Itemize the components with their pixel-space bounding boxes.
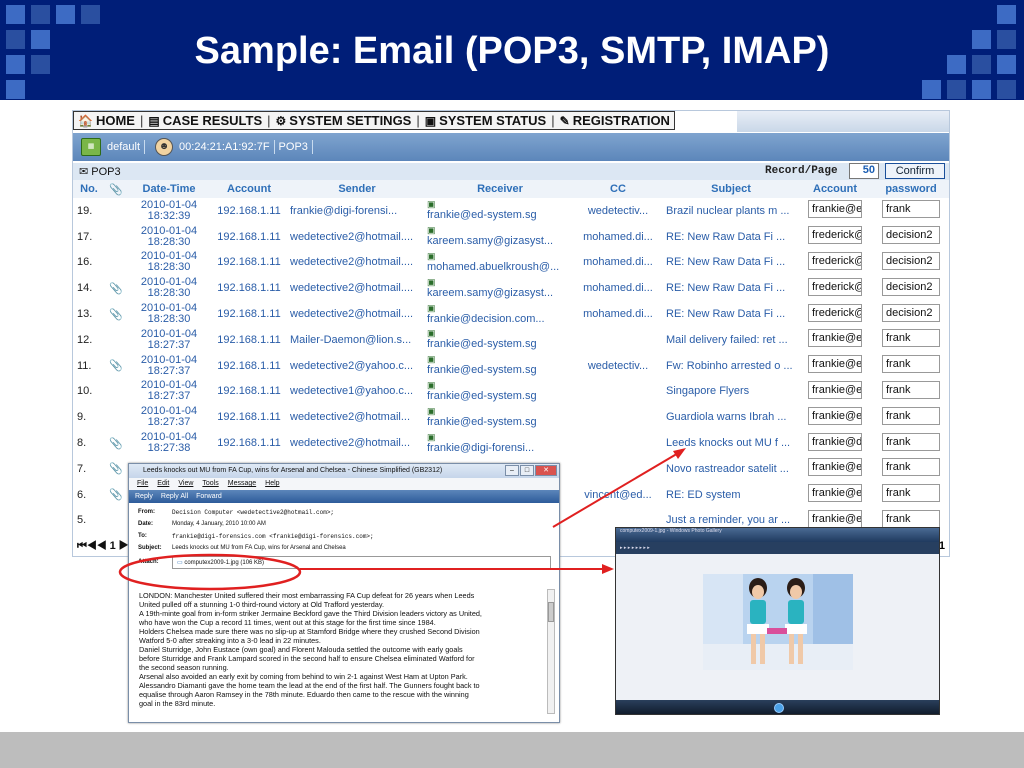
- annotation-overlay: [118, 448, 686, 591]
- attachment-highlight: [118, 553, 302, 591]
- arrow-head-icon: [673, 448, 686, 459]
- arrow-to-row: [552, 451, 681, 528]
- arrow-head-icon: [602, 564, 614, 574]
- slide-footer: [0, 732, 1024, 768]
